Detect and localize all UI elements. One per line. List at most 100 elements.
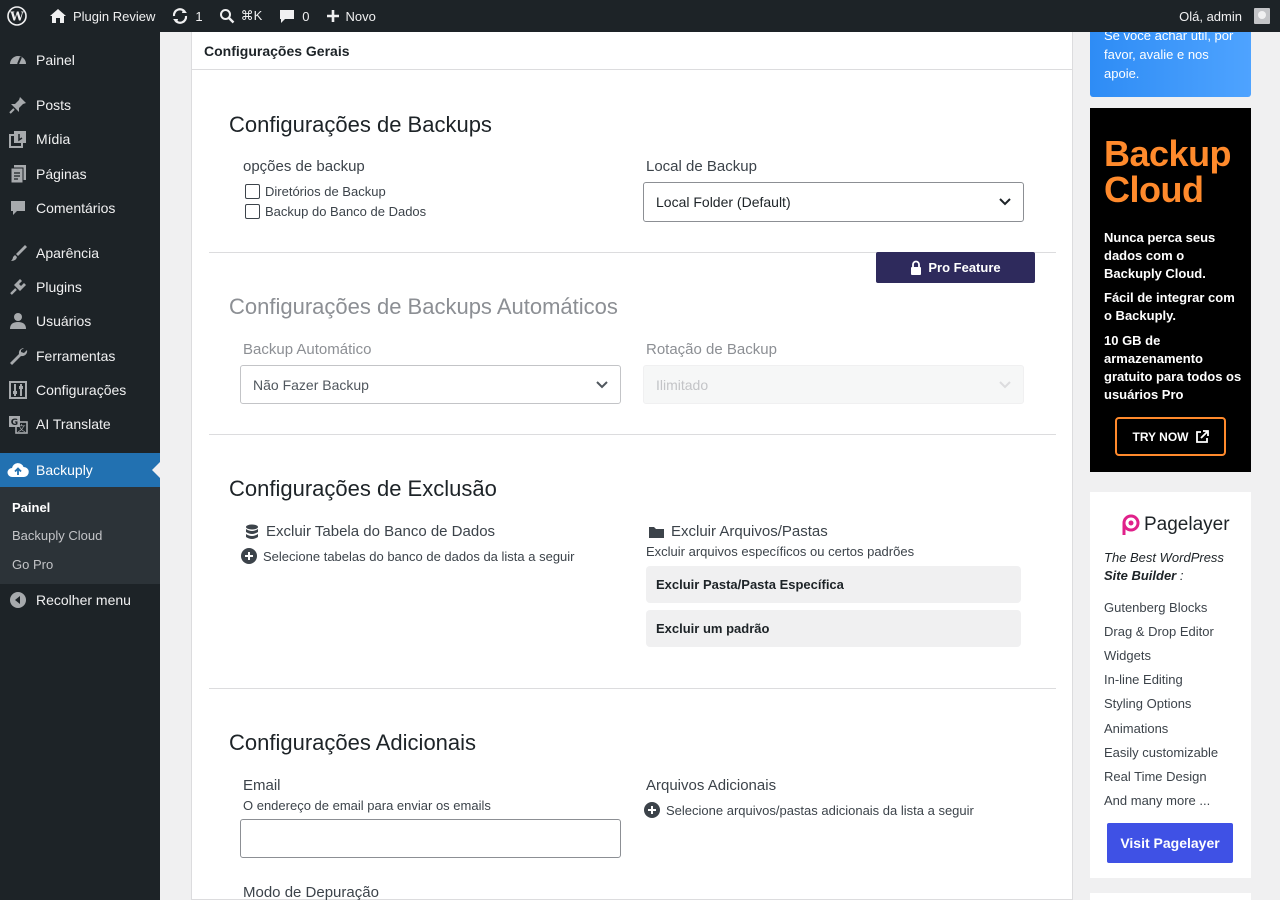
submenu-item-painel[interactable]: Painel <box>12 500 50 515</box>
debug-mode-label: Modo de Depuração <box>243 884 379 900</box>
new-content-link[interactable]: Novo <box>318 0 384 32</box>
backup-options-label: opções de backup <box>243 158 365 175</box>
sidebar-item-configuracoes[interactable]: Configurações <box>0 373 160 407</box>
sidebar-item-paginas[interactable]: Páginas <box>0 157 160 191</box>
option-database: Backup do Banco de Dados <box>245 204 426 219</box>
backuply-cloud-ad: Backup Cloud Nunca perca seus dados com … <box>1090 108 1251 472</box>
sidebar-item-ai-translate[interactable]: G文 AI Translate <box>0 407 160 441</box>
directories-checkbox[interactable] <box>245 184 260 199</box>
submenu-item-go-pro[interactable]: Go Pro <box>12 557 53 572</box>
sidebar-item-backuply[interactable]: Backuply <box>0 453 160 487</box>
updates-icon <box>173 8 188 24</box>
cloud-upload-icon <box>0 461 36 479</box>
pagelayer-feature: Drag & Drop Editor <box>1104 624 1214 639</box>
email-input[interactable] <box>240 819 621 858</box>
database-checkbox[interactable] <box>245 204 260 219</box>
pagelayer-logo: Pagelayer <box>1119 514 1230 536</box>
sidebar-item-painel[interactable]: Painel <box>0 43 160 77</box>
sidebar-item-aparencia[interactable]: Aparência <box>0 236 160 270</box>
rating-promo[interactable]: Se você achar útil, por favor, avalie e … <box>1090 32 1251 97</box>
rating-promo-text: Se você achar útil, por favor, avalie e … <box>1104 32 1234 81</box>
exclude-files-label: Excluir Arquivos/Pastas <box>671 523 828 540</box>
pagelayer-feature: Gutenberg Blocks <box>1104 600 1208 615</box>
site-name-link[interactable]: Plugin Review <box>35 0 163 32</box>
auto-backup-select[interactable]: Não Fazer Backup <box>240 365 621 404</box>
visit-pagelayer-button[interactable]: Visit Pagelayer <box>1107 823 1233 863</box>
exclude-files-heading: Excluir Arquivos/Pastas <box>648 523 828 540</box>
dashboard-icon <box>0 50 36 70</box>
cloud-ad-title: Backup Cloud <box>1104 133 1232 208</box>
sidebar-item-label: Plugins <box>36 279 82 295</box>
search-shortcut-label: ⌘K <box>240 8 263 23</box>
submenu-item-backuply-cloud[interactable]: Backuply Cloud <box>12 528 102 543</box>
sidebar-item-label: Mídia <box>36 131 71 147</box>
chevron-down-icon <box>999 198 1011 206</box>
additional-files-action[interactable]: Selecione arquivos/pastas adicionais da … <box>644 802 974 818</box>
active-indicator <box>152 462 160 478</box>
pagelayer-ad: Pagelayer The Best WordPress Site Builde… <box>1090 492 1251 878</box>
pagelayer-feature: In-line Editing <box>1104 672 1183 687</box>
sidebar-item-label: AI Translate <box>36 416 111 432</box>
pin-icon <box>0 95 36 115</box>
sidebar-item-usuarios[interactable]: Usuários <box>0 304 160 338</box>
comments-link[interactable]: 0 <box>270 0 317 32</box>
cloud-ad-text-1: Nunca perca seus dados com o Backuply Cl… <box>1104 230 1216 281</box>
search-shortcut[interactable]: ⌘K <box>211 0 271 32</box>
section-title-additional: Configurações Adicionais <box>229 730 477 755</box>
external-link-icon <box>1195 429 1209 443</box>
sidebar-item-ferramentas[interactable]: Ferramentas <box>0 339 160 373</box>
sidebar-item-midia[interactable]: Mídia <box>0 122 160 156</box>
backup-location-value: Local Folder (Default) <box>656 194 791 210</box>
chevron-down-icon <box>999 380 1011 388</box>
email-label: Email <box>243 777 281 794</box>
section-title-auto-backups: Configurações de Backups Automáticos <box>229 294 618 319</box>
backup-location-select[interactable]: Local Folder (Default) <box>643 182 1024 222</box>
backup-location-label: Local de Backup <box>646 158 757 175</box>
exclude-db-action[interactable]: Selecione tabelas do banco de dados da l… <box>241 548 575 564</box>
exclude-db-label: Excluir Tabela do Banco de Dados <box>266 523 496 540</box>
comments-icon <box>0 198 36 218</box>
try-now-label: TRY NOW <box>1132 429 1189 444</box>
pagelayer-feature: Real Time Design <box>1104 769 1207 784</box>
pages-icon <box>0 164 36 184</box>
pagelayer-feature: And many more ... <box>1104 793 1211 808</box>
user-account-link[interactable]: Olá, admin <box>1171 0 1280 32</box>
site-name: Plugin Review <box>73 8 156 24</box>
collapse-menu-button[interactable]: Recolher menu <box>0 583 160 617</box>
directories-label: Diretórios de Backup <box>265 184 386 199</box>
cloud-ad-text-2: Fácil de integrar com o Backuply. <box>1104 290 1235 323</box>
avatar <box>1254 8 1270 24</box>
pro-feature-label: Pro Feature <box>928 260 1001 275</box>
exclude-folder-button[interactable]: Excluir Pasta/Pasta Específica <box>646 566 1021 603</box>
email-desc: O endereço de email para enviar os email… <box>243 798 491 813</box>
settings-icon <box>0 380 36 400</box>
admin-bar: W Plugin Review 1 ⌘K 0 Novo Olá, admin <box>0 0 1280 32</box>
section-title-exclusion: Configurações de Exclusão <box>229 476 497 501</box>
try-now-button[interactable]: TRY NOW <box>1115 417 1226 456</box>
database-label: Backup do Banco de Dados <box>265 204 427 219</box>
exclude-pattern-button[interactable]: Excluir um padrão <box>646 610 1021 647</box>
sidebar-item-label: Usuários <box>36 313 92 329</box>
plugin-icon <box>0 277 36 297</box>
wordpress-logo-icon[interactable]: W <box>0 0 35 32</box>
translate-icon: G文 <box>0 414 36 434</box>
pagelayer-logo-icon <box>1122 514 1140 535</box>
media-icon <box>0 129 36 149</box>
sidebar-item-plugins[interactable]: Plugins <box>0 270 160 304</box>
comment-bubble-icon <box>280 10 295 23</box>
pro-feature-badge[interactable]: Pro Feature <box>876 252 1035 283</box>
cloud-title-line1: Backup <box>1104 133 1232 174</box>
sidebar-item-comentarios[interactable]: Comentários <box>0 191 160 225</box>
exclude-db-action-label: Selecione tabelas do banco de dados da l… <box>263 548 575 564</box>
updates-link[interactable]: 1 <box>163 0 210 32</box>
pagelayer-feature: Animations <box>1104 721 1169 736</box>
wrench-icon <box>0 346 36 366</box>
pagelayer-feature: Widgets <box>1104 648 1151 663</box>
pagelayer-tagline-text: The Best WordPress <box>1104 550 1224 565</box>
backuply-submenu: Painel Backuply Cloud Go Pro <box>0 487 160 584</box>
folder-icon <box>649 526 664 538</box>
pagelayer-tagline-bold: Site Builder <box>1104 568 1177 583</box>
pagelayer-logo-text: Pagelayer <box>1144 514 1230 535</box>
rotation-select[interactable]: Ilimitado <box>643 365 1024 404</box>
sidebar-item-posts[interactable]: Posts <box>0 88 160 122</box>
